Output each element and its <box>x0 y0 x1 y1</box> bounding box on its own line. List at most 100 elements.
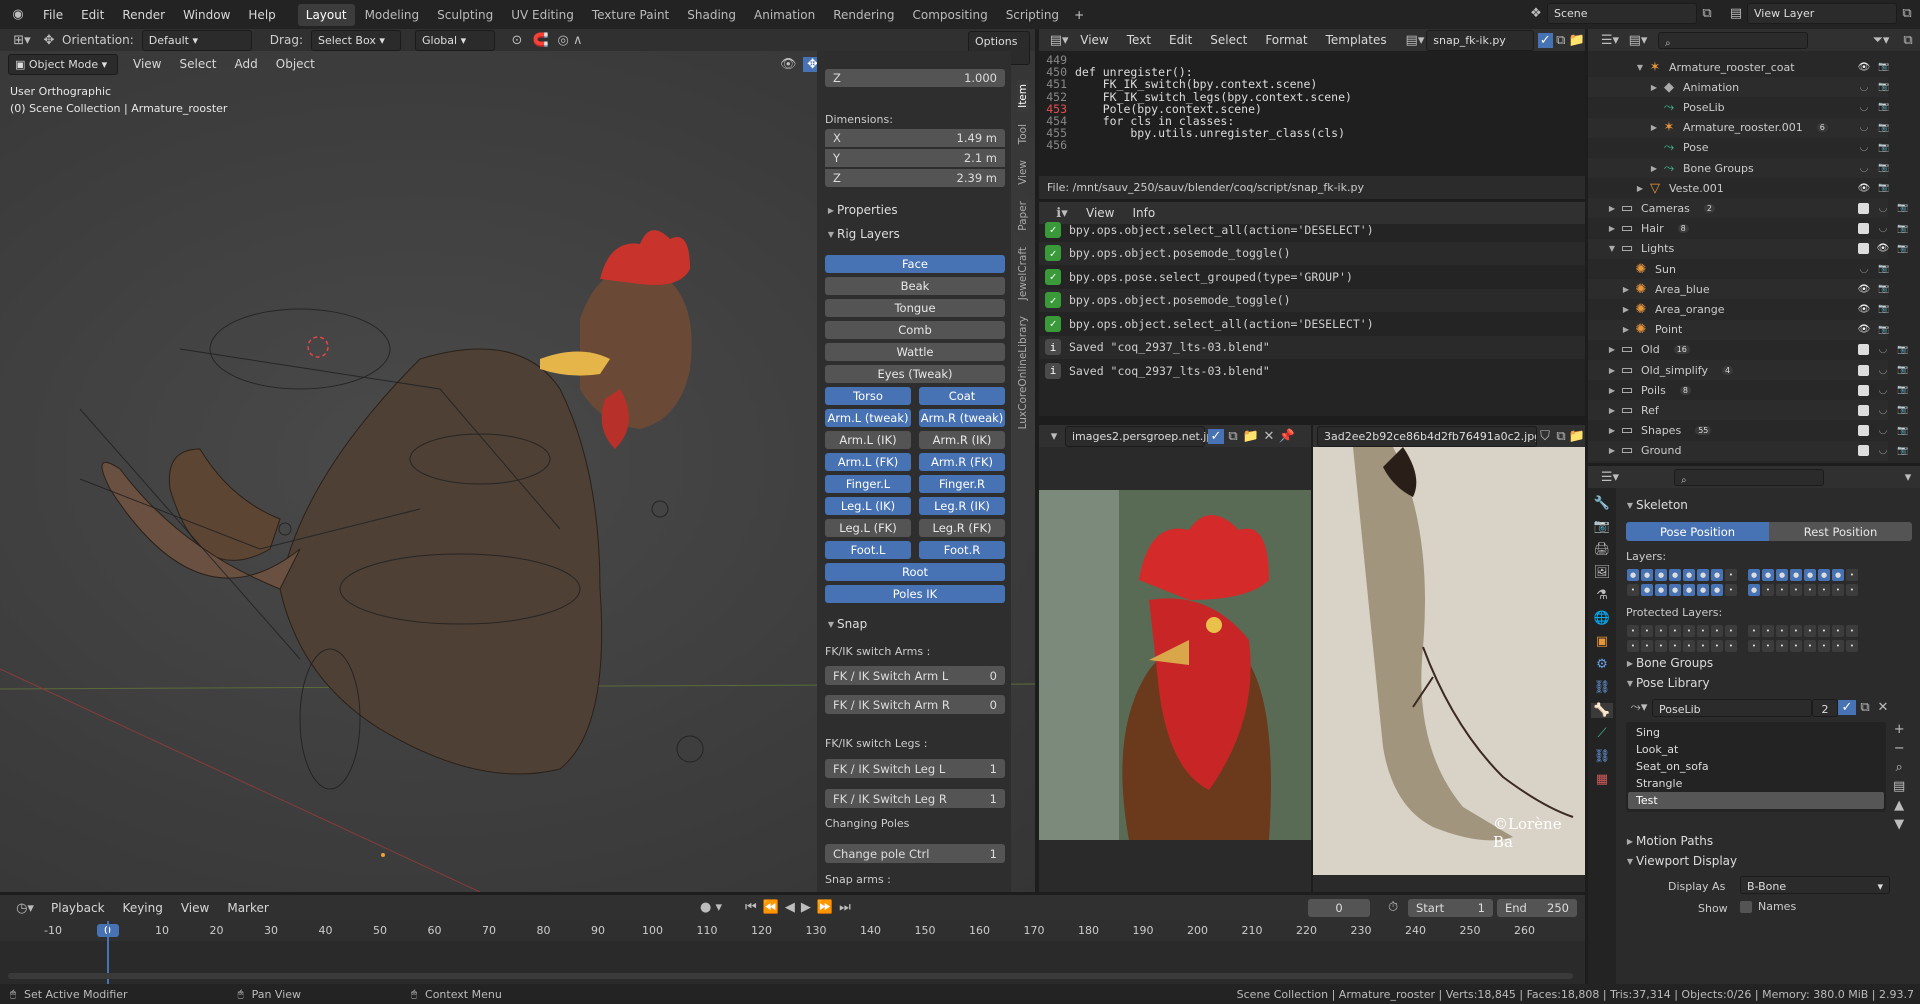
tab-uv-editing[interactable]: UV Editing <box>503 4 582 26</box>
exclude-checkbox-icon[interactable] <box>1858 445 1869 457</box>
new-collection-icon[interactable]: ⧉ <box>1896 33 1920 48</box>
layer-toggle[interactable]: • <box>1697 625 1709 637</box>
rig-layer-coat[interactable]: Coat <box>919 387 1005 405</box>
exclude-checkbox-icon[interactable] <box>1858 425 1869 437</box>
outliner-row[interactable]: ▶ ✺ Area_blue 👁 📷 <box>1588 279 1890 300</box>
camera-render-icon[interactable]: 📷 <box>1878 102 1890 112</box>
layer-toggle[interactable]: ● <box>1683 569 1695 581</box>
layer-toggle[interactable]: • <box>1627 625 1639 637</box>
view-layer-field[interactable]: View Layer <box>1747 3 1897 24</box>
outliner-row[interactable]: ✺ Sun ◡ 📷 <box>1588 259 1890 279</box>
search-pose-icon[interactable]: ⌕ <box>1893 760 1905 775</box>
outliner-search-input[interactable]: ⌕ <box>1658 31 1808 49</box>
layer-toggle[interactable]: • <box>1832 625 1844 637</box>
fkik-leg-r-field[interactable]: FK / IK Switch Leg R 1 <box>825 789 1005 808</box>
collapsed-triangle-icon[interactable]: ▶ <box>1648 164 1660 173</box>
collapsed-triangle-icon[interactable]: ▶ <box>1648 83 1660 92</box>
menu-window[interactable]: Window <box>174 8 239 22</box>
rig-layer-torso[interactable]: Torso <box>825 387 911 405</box>
scene-selector[interactable]: ❖ Scene ⧉ <box>1525 3 1717 24</box>
camera-render-icon[interactable]: 📷 <box>1897 426 1909 436</box>
collapsed-triangle-icon[interactable]: ▶ <box>1606 446 1618 455</box>
layer-toggle[interactable]: ● <box>1832 569 1844 581</box>
output-tab-icon[interactable]: 🖨 <box>1594 542 1611 557</box>
properties-icon[interactable]: ☰▾ <box>1596 470 1624 485</box>
layer-toggle[interactable]: • <box>1627 584 1639 596</box>
image-editor-1[interactable]: ▾ images2.persgroep.net.jpg ✓ ⧉ 📁 ✕ 📌 <box>1039 425 1311 892</box>
scene-field[interactable]: Scene <box>1547 3 1697 24</box>
jump-start-icon[interactable]: ⏮ <box>745 900 757 915</box>
expanded-triangle-icon[interactable]: ▼ <box>1606 244 1618 253</box>
jump-end-icon[interactable]: ⏭ <box>839 900 851 915</box>
menu-file[interactable]: File <box>34 8 72 22</box>
tab-compositing[interactable]: Compositing <box>904 4 995 26</box>
open-image-icon[interactable]: 📁 <box>1242 429 1260 444</box>
outliner-row[interactable]: ▶ ▭ Shapes 55 ◡ 📷 <box>1588 421 1909 441</box>
layer-toggle[interactable]: • <box>1669 625 1681 637</box>
rig-layer-tongue[interactable]: Tongue <box>825 299 1005 317</box>
sidebar-tab-paper[interactable]: Paper <box>1017 197 1029 235</box>
camera-render-icon[interactable]: 📷 <box>1897 244 1909 254</box>
camera-render-icon[interactable]: 📷 <box>1897 405 1909 415</box>
info-entry[interactable]: i Saved "coq_2937_lts-03.blend" <box>1039 335 1585 359</box>
layer-toggle[interactable]: • <box>1776 625 1788 637</box>
pose-position-button[interactable]: Pose Position <box>1626 522 1769 541</box>
tab-shading[interactable]: Shading <box>679 4 744 26</box>
layer-toggle[interactable]: • <box>1804 640 1816 652</box>
blender-logo-icon[interactable]: ◉ <box>8 7 28 22</box>
pose-item[interactable]: Test <box>1628 792 1884 809</box>
layer-toggle[interactable]: ● <box>1641 584 1653 596</box>
rig-layer-arm-l-ik[interactable]: Arm.L (IK) <box>825 431 911 449</box>
layer-toggle[interactable]: • <box>1655 625 1667 637</box>
tab-scripting[interactable]: Scripting <box>998 4 1067 26</box>
protected-layers-grid[interactable]: • • • • • • • • • • • • • • • • • • • • • • • • • • • • • • • • <box>1626 622 1868 653</box>
motion-paths-section[interactable]: ▶ Motion Paths <box>1624 834 1713 848</box>
properties-section[interactable]: ▶ Properties <box>825 203 898 217</box>
camera-render-icon[interactable]: 📷 <box>1878 143 1890 153</box>
layer-toggle[interactable]: • <box>1776 640 1788 652</box>
eye-closed-icon[interactable]: ◡ <box>1858 122 1870 133</box>
layer-toggle[interactable]: ● <box>1711 569 1723 581</box>
outliner-row[interactable]: ▶ ✶ Armature_rooster.001 6 ◡ 📷 <box>1588 117 1890 138</box>
layer-toggle[interactable]: • <box>1846 569 1858 581</box>
pose-item[interactable]: Look_at <box>1628 741 1884 758</box>
eye-closed-icon[interactable]: ◡ <box>1858 82 1870 93</box>
text-menu-edit[interactable]: Edit <box>1160 33 1201 47</box>
dimension-x-field[interactable]: X 1.49 m <box>825 129 1005 147</box>
timeline-menu-marker[interactable]: Marker <box>218 901 277 915</box>
layer-toggle[interactable]: ● <box>1683 584 1695 596</box>
layer-toggle[interactable]: • <box>1776 584 1788 596</box>
collapsed-triangle-icon[interactable]: ▶ <box>1606 204 1618 213</box>
layer-toggle[interactable]: • <box>1725 584 1737 596</box>
play-icon[interactable]: ▶ <box>801 900 811 915</box>
layer-toggle[interactable]: • <box>1818 584 1830 596</box>
new-image-icon[interactable]: ⧉ <box>1224 429 1242 444</box>
layer-toggle[interactable]: ● <box>1776 569 1788 581</box>
move-up-icon[interactable]: ▲ <box>1893 798 1905 813</box>
layer-toggle[interactable]: • <box>1748 625 1760 637</box>
snap-section[interactable]: ▼ Snap <box>825 617 867 631</box>
camera-render-icon[interactable]: 📷 <box>1897 203 1909 213</box>
layer-toggle[interactable]: • <box>1683 625 1695 637</box>
outliner-row[interactable]: ▶ ▭ Old_simplify 4 ◡ 📷 <box>1588 360 1909 380</box>
tab-modeling[interactable]: Modeling <box>357 4 428 26</box>
rig-layer-arm-r-tweak[interactable]: Arm.R (tweak) <box>919 409 1005 427</box>
outliner-row[interactable]: ▶ ▭ Poils 8 ◡ 📷 <box>1588 380 1909 400</box>
layer-toggle[interactable]: ● <box>1748 584 1760 596</box>
layer-toggle[interactable]: • <box>1818 640 1830 652</box>
view-layer-tab-icon[interactable]: 🖼 <box>1594 565 1611 580</box>
pose-item[interactable]: Seat_on_sofa <box>1628 758 1884 775</box>
layer-toggle[interactable]: ● <box>1669 569 1681 581</box>
rig-layer-arm-r-fk[interactable]: Arm.R (FK) <box>919 453 1005 471</box>
constraint-tab-icon[interactable]: ⛓ <box>1594 680 1611 695</box>
add-pose-icon[interactable]: + <box>1893 722 1905 737</box>
layer-toggle[interactable]: ● <box>1790 569 1802 581</box>
tab-texture-paint[interactable]: Texture Paint <box>584 4 677 26</box>
layer-toggle[interactable]: • <box>1762 640 1774 652</box>
timeline-editor-icon[interactable]: ◷▾ <box>8 901 42 916</box>
layer-toggle[interactable]: • <box>1711 640 1723 652</box>
rig-layer-leg-r-fk[interactable]: Leg.R (FK) <box>919 519 1005 537</box>
tab-rendering[interactable]: Rendering <box>825 4 902 26</box>
bone-constraint-tab-icon[interactable]: ⛓ <box>1594 749 1611 764</box>
poselib-users-count[interactable]: 2 <box>1812 698 1838 717</box>
